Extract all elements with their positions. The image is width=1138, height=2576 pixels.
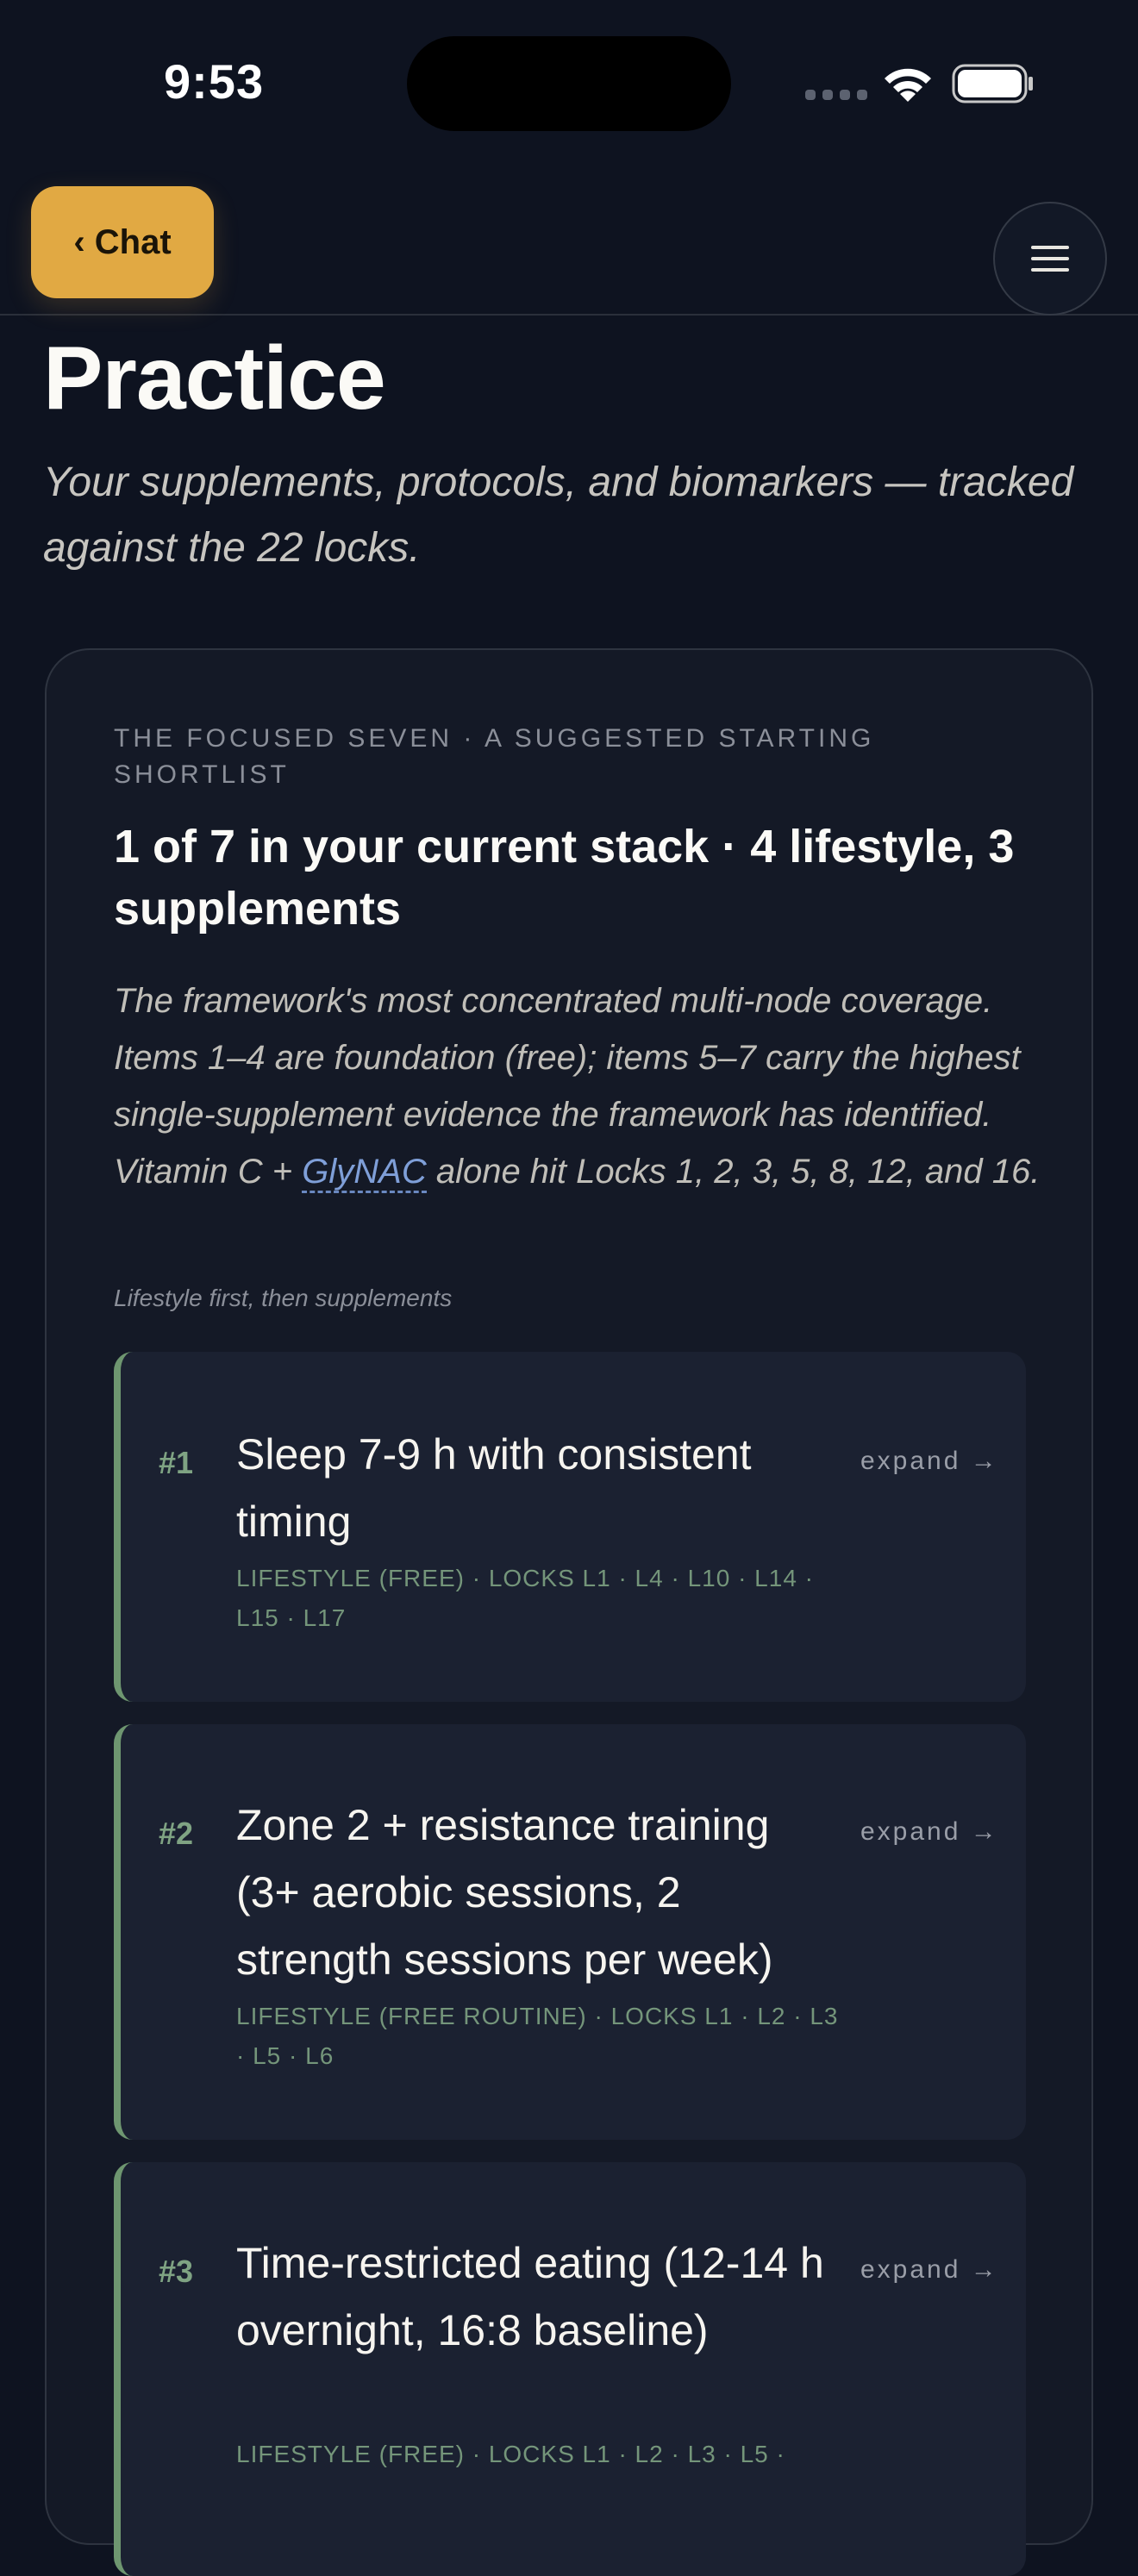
card-description: The framework's most concentrated multi-… xyxy=(114,972,1054,1200)
page-title: Practice xyxy=(43,328,386,428)
expand-button[interactable]: expand → xyxy=(860,1817,999,1847)
card-description-text-end: alone hit Locks 1, 2, 3, 5, 8, 12, and 1… xyxy=(426,1153,1041,1191)
cellular-signal-icon xyxy=(805,90,867,100)
hamburger-menu-icon xyxy=(1031,246,1069,272)
section-note: Lifestyle first, then supplements xyxy=(114,1285,453,1311)
card-heading: 1 of 7 in your current stack · 4 lifesty… xyxy=(114,821,1015,935)
item-meta: LIFESTYLE (FREE ROUTINE) · LOCKS L1 · L2… xyxy=(236,2003,839,2069)
wifi-icon xyxy=(885,68,931,102)
status-bar: 9:53 xyxy=(0,0,1138,172)
shortlist-item[interactable]: #1 Sleep 7-9 h with consistent timing LI… xyxy=(114,1352,1026,1702)
item-title: Time-restricted eating (12-14 h overnigh… xyxy=(236,2239,824,2354)
item-meta: LIFESTYLE (FREE) · LOCKS L1 · L4 · L10 ·… xyxy=(236,1565,814,1631)
item-number: #1 xyxy=(159,1445,194,1480)
shortlist-item[interactable]: #3 Time-restricted eating (12-14 h overn… xyxy=(114,2162,1026,2576)
nav-bar: ‹ Chat xyxy=(0,172,1138,316)
expand-button[interactable]: expand → xyxy=(860,1447,999,1476)
card-eyebrow: THE FOCUSED SEVEN · A SUGGESTED STARTING… xyxy=(114,724,875,789)
back-to-chat-button[interactable]: ‹ Chat xyxy=(31,186,214,298)
battery-icon xyxy=(952,64,1033,103)
shortlist-item[interactable]: #2 Zone 2 + resistance training (3+ aero… xyxy=(114,1724,1026,2140)
item-title: Zone 2 + resistance training (3+ aerobic… xyxy=(236,1801,773,1984)
item-number: #3 xyxy=(159,2254,194,2289)
dynamic-island xyxy=(407,36,731,131)
item-number: #2 xyxy=(159,1816,194,1851)
expand-button[interactable]: expand → xyxy=(860,2255,999,2285)
menu-button[interactable] xyxy=(993,202,1107,316)
item-title: Sleep 7-9 h with consistent timing xyxy=(236,1430,752,1546)
focused-seven-card: THE FOCUSED SEVEN · A SUGGESTED STARTING… xyxy=(45,648,1093,2576)
glynac-link[interactable]: GlyNAC xyxy=(302,1153,427,1193)
item-meta: LIFESTYLE (FREE) · LOCKS L1 · L2 · L3 · … xyxy=(236,2441,785,2467)
page-subtitle: Your supplements, protocols, and biomark… xyxy=(43,460,1074,571)
status-time: 9:53 xyxy=(164,54,265,109)
